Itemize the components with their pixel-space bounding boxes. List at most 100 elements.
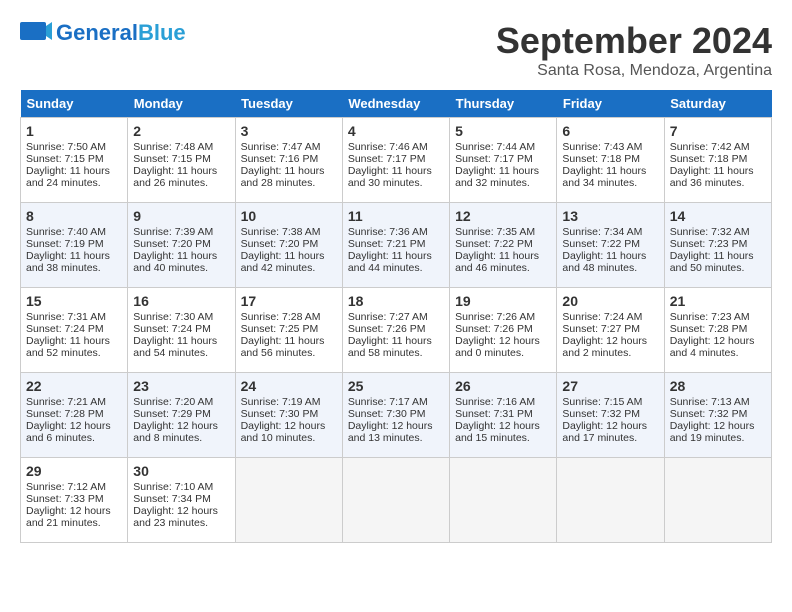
day-number: 30	[133, 463, 229, 479]
sunset-text: Sunset: 7:30 PM	[348, 408, 426, 420]
sunrise-text: Sunrise: 7:39 AM	[133, 226, 213, 238]
daylight-text: Daylight: 12 hours and 13 minutes.	[348, 420, 433, 444]
calendar-cell: 26Sunrise: 7:16 AMSunset: 7:31 PMDayligh…	[450, 373, 557, 458]
sunrise-text: Sunrise: 7:43 AM	[562, 141, 642, 153]
sunrise-text: Sunrise: 7:44 AM	[455, 141, 535, 153]
header-row: SundayMondayTuesdayWednesdayThursdayFrid…	[21, 90, 772, 118]
daylight-text: Daylight: 12 hours and 21 minutes.	[26, 505, 111, 529]
sunset-text: Sunset: 7:24 PM	[26, 323, 104, 335]
day-number: 11	[348, 208, 444, 224]
location-title: Santa Rosa, Mendoza, Argentina	[496, 62, 772, 80]
sunrise-text: Sunrise: 7:16 AM	[455, 396, 535, 408]
calendar-week-5: 29Sunrise: 7:12 AMSunset: 7:33 PMDayligh…	[21, 458, 772, 543]
calendar-cell: 19Sunrise: 7:26 AMSunset: 7:26 PMDayligh…	[450, 288, 557, 373]
sunset-text: Sunset: 7:34 PM	[133, 493, 211, 505]
col-header-friday: Friday	[557, 90, 664, 118]
sunset-text: Sunset: 7:33 PM	[26, 493, 104, 505]
calendar-cell: 14Sunrise: 7:32 AMSunset: 7:23 PMDayligh…	[664, 203, 771, 288]
sunset-text: Sunset: 7:18 PM	[562, 153, 640, 165]
sunset-text: Sunset: 7:19 PM	[26, 238, 104, 250]
daylight-text: Daylight: 11 hours and 38 minutes.	[26, 250, 110, 274]
sunrise-text: Sunrise: 7:12 AM	[26, 481, 106, 493]
sunrise-text: Sunrise: 7:26 AM	[455, 311, 535, 323]
calendar-cell: 3Sunrise: 7:47 AMSunset: 7:16 PMDaylight…	[235, 118, 342, 203]
sunrise-text: Sunrise: 7:32 AM	[670, 226, 750, 238]
daylight-text: Daylight: 11 hours and 44 minutes.	[348, 250, 432, 274]
col-header-tuesday: Tuesday	[235, 90, 342, 118]
sunset-text: Sunset: 7:24 PM	[133, 323, 211, 335]
daylight-text: Daylight: 11 hours and 54 minutes.	[133, 335, 217, 359]
daylight-text: Daylight: 12 hours and 8 minutes.	[133, 420, 218, 444]
daylight-text: Daylight: 12 hours and 15 minutes.	[455, 420, 540, 444]
sunrise-text: Sunrise: 7:46 AM	[348, 141, 428, 153]
daylight-text: Daylight: 11 hours and 52 minutes.	[26, 335, 110, 359]
sunrise-text: Sunrise: 7:23 AM	[670, 311, 750, 323]
sunset-text: Sunset: 7:15 PM	[133, 153, 211, 165]
daylight-text: Daylight: 11 hours and 24 minutes.	[26, 165, 110, 189]
calendar-cell: 17Sunrise: 7:28 AMSunset: 7:25 PMDayligh…	[235, 288, 342, 373]
daylight-text: Daylight: 11 hours and 56 minutes.	[241, 335, 325, 359]
daylight-text: Daylight: 11 hours and 26 minutes.	[133, 165, 217, 189]
daylight-text: Daylight: 12 hours and 2 minutes.	[562, 335, 647, 359]
sunrise-text: Sunrise: 7:35 AM	[455, 226, 535, 238]
calendar-cell	[450, 458, 557, 543]
daylight-text: Daylight: 12 hours and 10 minutes.	[241, 420, 326, 444]
daylight-text: Daylight: 12 hours and 4 minutes.	[670, 335, 755, 359]
sunset-text: Sunset: 7:31 PM	[455, 408, 533, 420]
sunset-text: Sunset: 7:25 PM	[241, 323, 319, 335]
day-number: 1	[26, 123, 122, 139]
day-number: 10	[241, 208, 337, 224]
logo: GeneralBlue	[20, 20, 186, 46]
day-number: 16	[133, 293, 229, 309]
calendar-cell: 18Sunrise: 7:27 AMSunset: 7:26 PMDayligh…	[342, 288, 449, 373]
calendar-cell: 1Sunrise: 7:50 AMSunset: 7:15 PMDaylight…	[21, 118, 128, 203]
sunrise-text: Sunrise: 7:17 AM	[348, 396, 428, 408]
sunrise-text: Sunrise: 7:20 AM	[133, 396, 213, 408]
sunset-text: Sunset: 7:26 PM	[455, 323, 533, 335]
day-number: 9	[133, 208, 229, 224]
sunrise-text: Sunrise: 7:19 AM	[241, 396, 321, 408]
calendar-cell: 4Sunrise: 7:46 AMSunset: 7:17 PMDaylight…	[342, 118, 449, 203]
sunset-text: Sunset: 7:17 PM	[455, 153, 533, 165]
sunset-text: Sunset: 7:32 PM	[670, 408, 748, 420]
calendar-week-1: 1Sunrise: 7:50 AMSunset: 7:15 PMDaylight…	[21, 118, 772, 203]
sunrise-text: Sunrise: 7:47 AM	[241, 141, 321, 153]
day-number: 7	[670, 123, 766, 139]
sunset-text: Sunset: 7:20 PM	[241, 238, 319, 250]
sunset-text: Sunset: 7:22 PM	[562, 238, 640, 250]
calendar-cell: 7Sunrise: 7:42 AMSunset: 7:18 PMDaylight…	[664, 118, 771, 203]
sunrise-text: Sunrise: 7:24 AM	[562, 311, 642, 323]
sunrise-text: Sunrise: 7:10 AM	[133, 481, 213, 493]
logo-text: GeneralBlue	[56, 20, 186, 46]
calendar-cell	[664, 458, 771, 543]
calendar-cell: 29Sunrise: 7:12 AMSunset: 7:33 PMDayligh…	[21, 458, 128, 543]
calendar-cell: 13Sunrise: 7:34 AMSunset: 7:22 PMDayligh…	[557, 203, 664, 288]
calendar-week-2: 8Sunrise: 7:40 AMSunset: 7:19 PMDaylight…	[21, 203, 772, 288]
col-header-saturday: Saturday	[664, 90, 771, 118]
sunrise-text: Sunrise: 7:15 AM	[562, 396, 642, 408]
page-header: GeneralBlue September 2024 Santa Rosa, M…	[20, 20, 772, 80]
daylight-text: Daylight: 12 hours and 17 minutes.	[562, 420, 647, 444]
calendar-cell: 5Sunrise: 7:44 AMSunset: 7:17 PMDaylight…	[450, 118, 557, 203]
day-number: 25	[348, 378, 444, 394]
day-number: 21	[670, 293, 766, 309]
calendar-cell: 21Sunrise: 7:23 AMSunset: 7:28 PMDayligh…	[664, 288, 771, 373]
title-area: September 2024 Santa Rosa, Mendoza, Arge…	[496, 20, 772, 80]
calendar-cell: 10Sunrise: 7:38 AMSunset: 7:20 PMDayligh…	[235, 203, 342, 288]
month-title: September 2024	[496, 20, 772, 62]
day-number: 12	[455, 208, 551, 224]
daylight-text: Daylight: 11 hours and 58 minutes.	[348, 335, 432, 359]
calendar-cell: 27Sunrise: 7:15 AMSunset: 7:32 PMDayligh…	[557, 373, 664, 458]
sunset-text: Sunset: 7:22 PM	[455, 238, 533, 250]
daylight-text: Daylight: 11 hours and 28 minutes.	[241, 165, 325, 189]
daylight-text: Daylight: 12 hours and 19 minutes.	[670, 420, 755, 444]
col-header-wednesday: Wednesday	[342, 90, 449, 118]
sunrise-text: Sunrise: 7:42 AM	[670, 141, 750, 153]
sunset-text: Sunset: 7:28 PM	[26, 408, 104, 420]
sunrise-text: Sunrise: 7:48 AM	[133, 141, 213, 153]
calendar-cell: 9Sunrise: 7:39 AMSunset: 7:20 PMDaylight…	[128, 203, 235, 288]
col-header-sunday: Sunday	[21, 90, 128, 118]
day-number: 5	[455, 123, 551, 139]
sunset-text: Sunset: 7:17 PM	[348, 153, 426, 165]
calendar-cell: 2Sunrise: 7:48 AMSunset: 7:15 PMDaylight…	[128, 118, 235, 203]
